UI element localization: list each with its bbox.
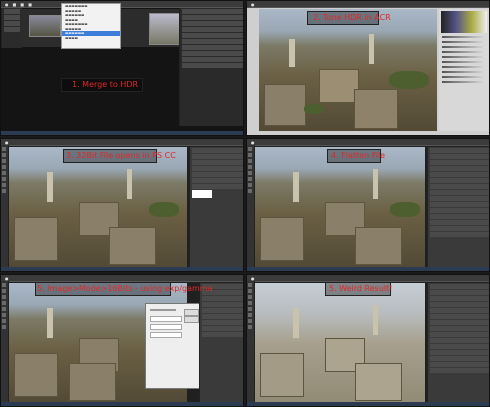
panel-flatten: ● 4. Flatten File (246, 138, 490, 272)
photo-canvas (255, 147, 425, 267)
panel-merge-to-hdr: ● ■ ■ ■ ▬▬▬▬▬▬▬ ▬▬▬▬▬ ▬▬▬▬▬▬ ▬▬▬▬ ▬▬▬▬▬▬▬ … (0, 0, 244, 136)
mac-dock (1, 402, 243, 406)
folders-panel (1, 8, 22, 48)
mac-menubar: ● (247, 275, 489, 282)
mac-dock (1, 267, 243, 271)
photo-preview (259, 9, 437, 131)
mac-dock (247, 402, 489, 406)
panel-weird-result: ● 5. Weird Result! (246, 274, 490, 407)
acr-side-panel (439, 9, 489, 131)
caption: 1. Merge to HDR (72, 80, 138, 89)
mac-dock (247, 267, 489, 271)
menu-item[interactable]: ▬▬▬▬ (62, 36, 120, 41)
cancel-button[interactable] (184, 316, 199, 323)
apple-icon[interactable]: ● (251, 140, 255, 145)
mac-menubar: ● (247, 1, 489, 8)
slider[interactable] (442, 51, 486, 53)
mac-dock (1, 131, 243, 135)
mac-menubar: ● (1, 275, 243, 282)
slider[interactable] (442, 66, 486, 68)
caption: 5. Image>Mode>16Bits - using exp/gamma (37, 284, 213, 293)
layers-panel (199, 283, 243, 403)
photo-canvas (255, 283, 425, 403)
ok-button[interactable] (184, 309, 199, 316)
slider[interactable] (442, 46, 486, 48)
panel-32bit-opens: ● 3. 32Bit File opens in PS CC (0, 138, 244, 272)
tools-bar (247, 281, 255, 402)
apple-icon[interactable]: ● (5, 276, 9, 281)
tools-menu: ▬▬▬▬▬▬▬ ▬▬▬▬▬ ▬▬▬▬▬▬ ▬▬▬▬ ▬▬▬▬▬▬▬ ▬▬▬▬▬ … (61, 3, 121, 49)
layers-panel (427, 147, 489, 267)
tools-bar (247, 145, 255, 267)
layers-panel (189, 147, 243, 267)
slider[interactable] (442, 41, 486, 43)
slider[interactable] (442, 56, 486, 58)
panel-tone-hdr-acr: ● 2. Tone HDR in ACR (246, 0, 490, 136)
slider[interactable] (442, 61, 486, 63)
caption: 4. Flatten File (331, 151, 386, 160)
slider[interactable] (442, 76, 486, 78)
slider[interactable] (442, 81, 486, 83)
slider[interactable] (442, 36, 486, 38)
caption: 3. 32Bit File opens in PS CC (66, 151, 176, 160)
layers-panel (427, 283, 489, 403)
panel-mode-16bits: ● 5. Image>Mode>16Bits - using exp/gamma (0, 274, 244, 407)
hdr-toning-dialog (145, 303, 201, 389)
slider[interactable] (442, 71, 486, 73)
caption: 2. Tone HDR in ACR (313, 13, 391, 22)
mac-menubar: ● (1, 139, 243, 146)
metadata-panel (179, 8, 243, 126)
tools-bar (1, 145, 9, 267)
apple-icon[interactable]: ● (251, 2, 255, 7)
caption: 5. Weird Result! (329, 284, 393, 293)
thumbnail[interactable] (29, 15, 61, 37)
apple-icon[interactable]: ● (5, 2, 9, 7)
mac-menubar: ● ■ ■ ■ (1, 1, 243, 8)
apple-icon[interactable]: ● (251, 276, 255, 281)
apple-icon[interactable]: ● (5, 140, 9, 145)
photo-canvas (9, 147, 187, 267)
histogram-icon (441, 11, 487, 33)
tools-bar (1, 281, 9, 402)
mac-menubar: ● (247, 139, 489, 146)
